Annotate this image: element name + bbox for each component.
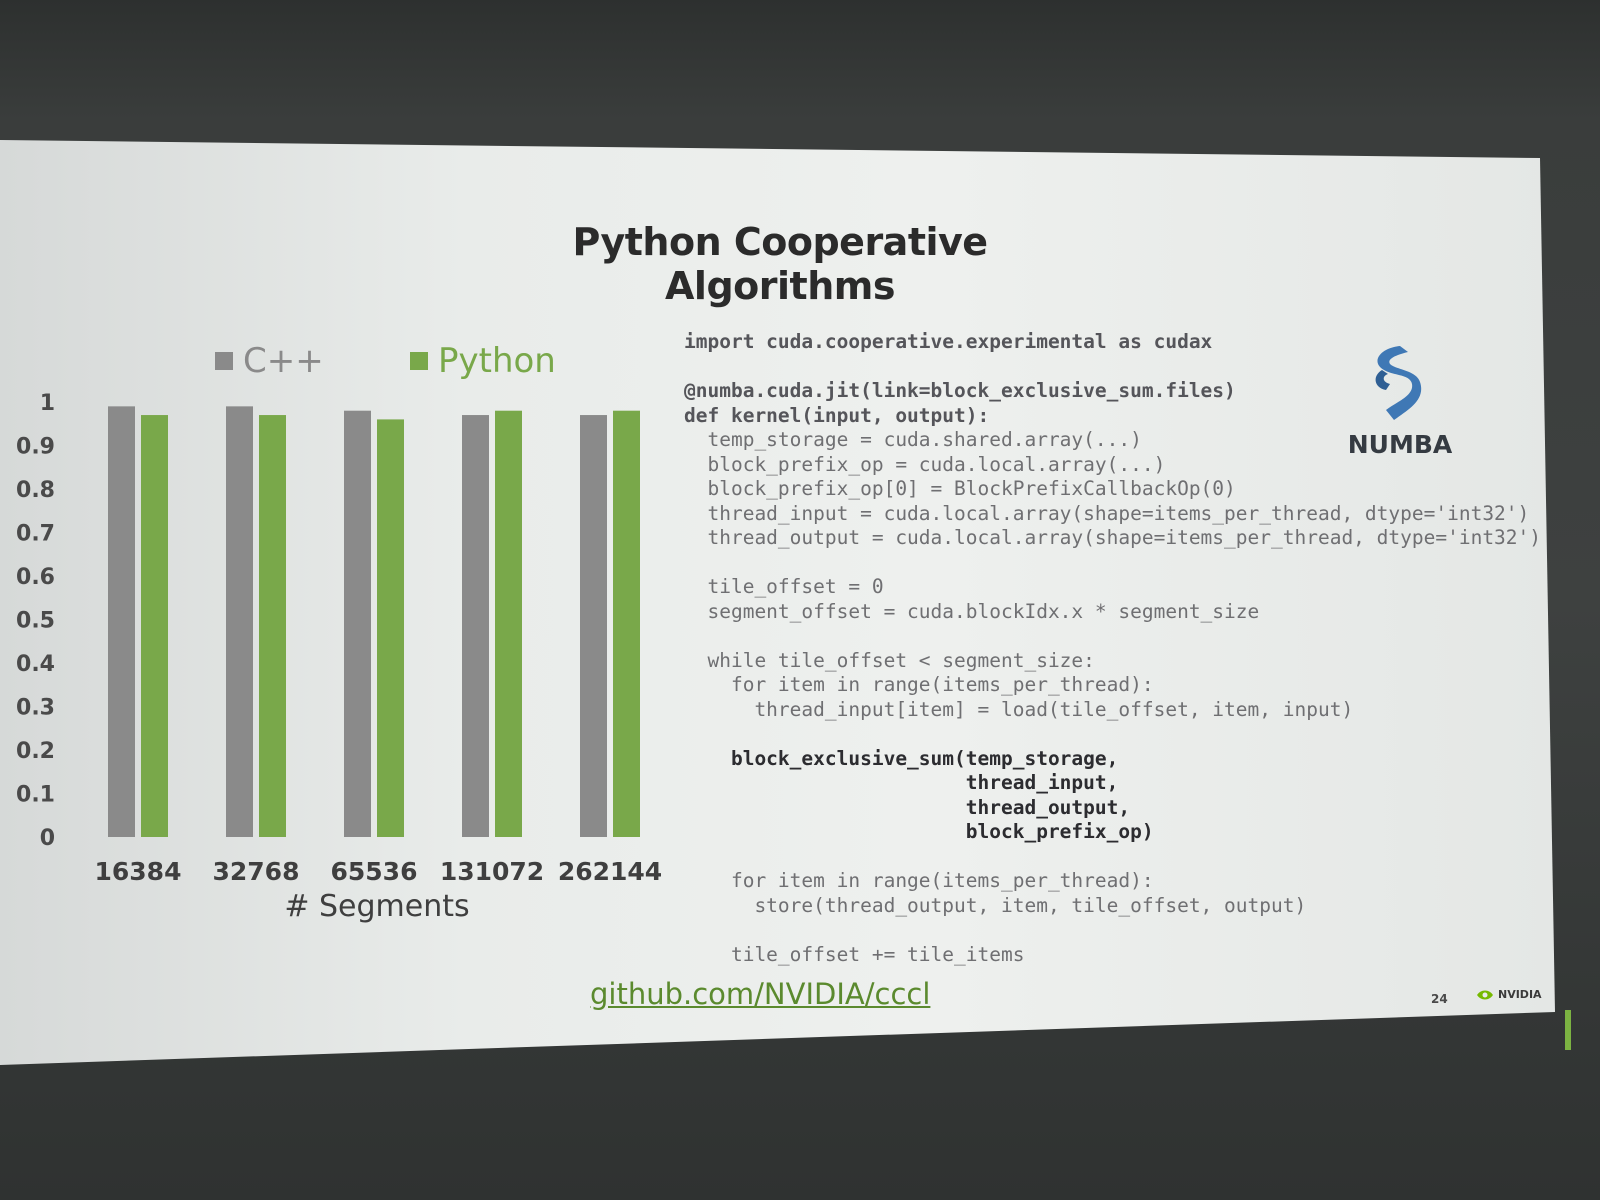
y-tick-label: 1 (40, 391, 55, 416)
chart-legend: C++ Python (215, 341, 556, 381)
code-line: thread_input, (684, 771, 1119, 794)
y-tick-label: 0.6 (16, 565, 55, 590)
bar-c-65536 (344, 410, 371, 837)
legend-label: Python (438, 341, 556, 381)
code-line: block_exclusive_sum(temp_storage, (684, 746, 1119, 770)
y-tick-label: 0.2 (16, 739, 55, 764)
y-tick-label: 0.9 (16, 435, 55, 460)
code-snippet: import cuda.cooperative.experimental as … (684, 330, 1541, 967)
github-link[interactable]: github.com/NVIDIA/cccl (590, 977, 930, 1011)
y-axis-ticks: 0 0.1 0.2 0.3 0.4 0.5 0.6 0.7 0.8 0.9 1 (16, 391, 55, 851)
code-line: thread_input = cuda.local.array(shape=it… (684, 501, 1530, 525)
code-line: segment_offset = cuda.blockIdx.x * segme… (684, 599, 1260, 623)
nvidia-wordmark: NVIDIA (1498, 988, 1542, 1001)
code-line: tile_offset = 0 (684, 575, 884, 598)
slide-accent-edge (1565, 1010, 1571, 1050)
code-line: tile_offset += tile_items (684, 942, 1025, 966)
bar-c-131072 (462, 415, 489, 837)
bar-python-16384 (141, 415, 168, 837)
bar-python-131072 (495, 410, 522, 837)
code-line: block_prefix_op[0] = BlockPrefixCallback… (684, 477, 1236, 500)
nvidia-logo: NVIDIA (1475, 988, 1542, 1001)
code-line: thread_output = cuda.local.array(shape=i… (684, 526, 1542, 549)
y-tick-label: 0.1 (16, 783, 55, 808)
code-line: block_prefix_op) (684, 820, 1154, 843)
bar-chart: 0 0.1 0.2 0.3 0.4 0.5 0.6 0.7 0.8 0.9 1 16384 32768… (16, 341, 663, 924)
x-tick-label: 32768 (213, 857, 300, 886)
code-line: thread_input[item] = load(tile_offset, i… (684, 697, 1354, 721)
y-tick-label: 0.7 (16, 522, 55, 547)
legend-swatch (215, 352, 233, 370)
code-line: for item in range(items_per_thread): (684, 869, 1154, 892)
presentation-slide: Python Cooperative Algorithms 0 0.1 0.2 0.3… (0, 140, 1555, 1065)
bar-c-262144 (580, 415, 607, 837)
y-tick-label: 0 (40, 826, 55, 851)
x-tick-label: 16384 (95, 857, 182, 886)
legend-label: C++ (243, 341, 324, 381)
y-tick-label: 0.5 (16, 609, 55, 634)
page-number: 24 (1431, 992, 1448, 1006)
x-tick-label: 262144 (558, 857, 662, 886)
code-line: for item in range(items_per_thread): (684, 673, 1154, 696)
y-tick-label: 0.4 (16, 652, 55, 677)
x-tick-label: 131072 (440, 857, 544, 886)
y-tick-label: 0.3 (16, 696, 55, 721)
code-line: store(thread_output, item, tile_offset, … (684, 893, 1307, 917)
bar-c-16384 (108, 406, 135, 837)
bar-c-32768 (226, 406, 253, 837)
bar-python-32768 (259, 415, 286, 837)
x-axis-title: # Segments (284, 889, 469, 924)
chart-bars (108, 406, 640, 837)
bar-python-65536 (377, 419, 404, 837)
code-line: while tile_offset < segment_size: (684, 648, 1095, 672)
nvidia-eye-icon (1477, 990, 1493, 999)
code-line: thread_output, (684, 795, 1131, 819)
x-tick-label: 65536 (331, 857, 418, 886)
numba-logo-text: NUMBA (1347, 430, 1453, 459)
x-axis-labels: 16384 32768 65536 131072 262144 (95, 857, 663, 886)
y-tick-label: 0.8 (16, 478, 55, 503)
legend-swatch (410, 352, 428, 370)
numba-snake-icon (1375, 346, 1422, 420)
bar-python-262144 (613, 410, 640, 837)
